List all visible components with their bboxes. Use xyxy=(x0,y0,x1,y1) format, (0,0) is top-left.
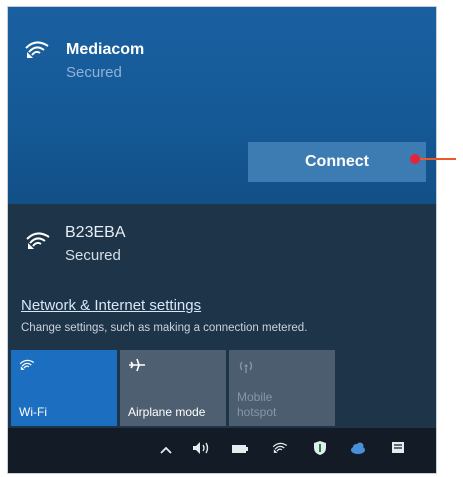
callout-dot xyxy=(410,154,420,164)
volume-icon[interactable] xyxy=(191,440,211,460)
hotspot-icon xyxy=(239,361,253,373)
network-status: Secured xyxy=(66,64,122,81)
network-item-selected[interactable]: Mediacom Secured Connect xyxy=(8,7,436,204)
network-item-b23eba[interactable]: B23EBA Secured xyxy=(8,204,436,292)
wifi-icon xyxy=(19,359,35,370)
wifi-icon[interactable] xyxy=(270,440,290,460)
wifi-icon xyxy=(26,232,50,249)
chevron-up-icon[interactable] xyxy=(156,440,176,460)
network-settings-link[interactable]: Network & Internet settings xyxy=(21,297,201,314)
settings-area: Network & Internet settings Change setti… xyxy=(8,292,436,350)
network-status: Secured xyxy=(65,247,121,264)
battery-icon[interactable] xyxy=(230,440,250,460)
network-flyout: Mediacom Secured Connect B23EBA Secured … xyxy=(7,6,437,474)
network-name: B23EBA xyxy=(65,224,126,241)
taskbar-tray xyxy=(8,428,436,473)
airplane-mode-label: Airplane mode xyxy=(128,405,206,419)
network-name: Mediacom xyxy=(66,41,145,58)
defender-icon[interactable] xyxy=(310,440,330,460)
notifications-icon[interactable] xyxy=(388,440,408,460)
wifi-tile[interactable]: Wi-Fi xyxy=(11,350,117,426)
mobile-hotspot-tile[interactable]: Mobile hotspot xyxy=(229,350,335,426)
callout-line xyxy=(416,158,456,160)
cloud-icon[interactable] xyxy=(348,440,368,460)
quick-actions: Wi-Fi Airplane mode Mobile hotspot xyxy=(8,350,436,428)
mobile-hotspot-label: Mobile hotspot xyxy=(237,390,276,420)
airplane-mode-tile[interactable]: Airplane mode xyxy=(120,350,226,426)
wifi-tile-label: Wi-Fi xyxy=(19,405,47,419)
settings-description: Change settings, such as making a connec… xyxy=(21,322,308,334)
connect-button[interactable]: Connect xyxy=(248,142,426,182)
hotspot-label-line2: hotspot xyxy=(237,405,277,419)
wifi-icon xyxy=(25,41,49,58)
hotspot-label-line1: Mobile xyxy=(237,390,273,404)
airplane-icon xyxy=(129,358,145,372)
